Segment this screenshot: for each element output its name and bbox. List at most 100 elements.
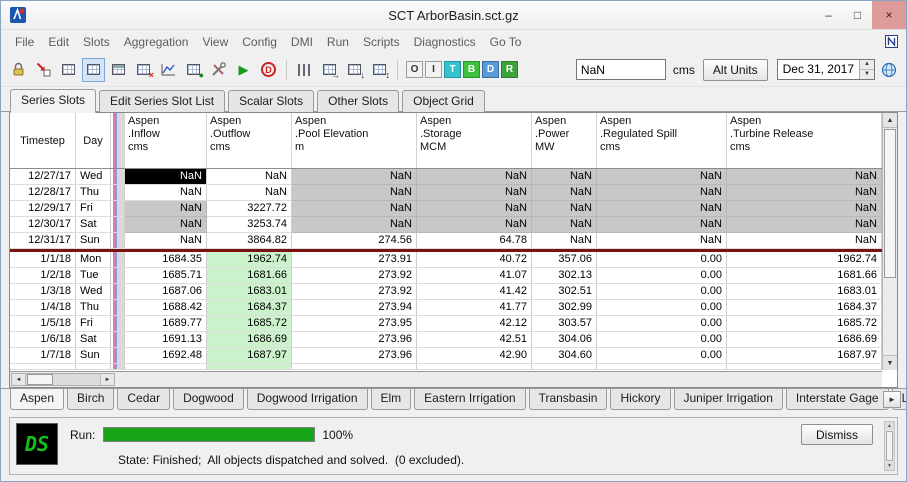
menu-item-config[interactable]: Config xyxy=(235,33,284,51)
value-cell[interactable]: 1962.74 xyxy=(727,252,882,268)
status-scroll-down-icon[interactable]: ▼ xyxy=(885,462,894,470)
start-run-icon[interactable]: ▶ xyxy=(232,58,255,82)
menu-item-aggregation[interactable]: Aggregation xyxy=(117,33,196,51)
object-tab-eastern-irrigation[interactable]: Eastern Irrigation xyxy=(414,388,525,410)
value-cell[interactable]: 3253.74 xyxy=(207,217,292,233)
flag-d-button[interactable]: D xyxy=(482,61,499,78)
value-cell[interactable]: 3864.82 xyxy=(207,233,292,249)
status-scroll-up-icon[interactable]: ▲ xyxy=(885,422,894,430)
object-tab-hickory[interactable]: Hickory xyxy=(610,388,670,410)
value-cell[interactable]: 1685.71 xyxy=(125,268,207,284)
close-button[interactable]: × xyxy=(872,1,906,29)
day-cell[interactable]: Wed xyxy=(76,284,111,300)
tab-other-slots[interactable]: Other Slots xyxy=(317,90,399,112)
value-cell[interactable]: 273.96 xyxy=(292,348,417,364)
value-cell[interactable]: NaN xyxy=(125,217,207,233)
value-cell[interactable]: 1685.72 xyxy=(207,316,292,332)
object-tab-birch[interactable]: Birch xyxy=(67,388,114,410)
value-cell[interactable]: 273.96 xyxy=(292,332,417,348)
value-cell[interactable]: 41.42 xyxy=(417,284,532,300)
aggregate-right-icon[interactable]: → xyxy=(318,58,341,82)
value-cell[interactable]: 42.12 xyxy=(417,316,532,332)
value-cell[interactable]: 0.00 xyxy=(597,268,727,284)
vertical-scrollbar[interactable]: ▲ ▼ xyxy=(882,113,897,370)
value-cell[interactable]: 1684.35 xyxy=(125,252,207,268)
value-cell[interactable]: NaN xyxy=(292,217,417,233)
day-cell[interactable]: Sun xyxy=(76,233,111,249)
value-cell[interactable]: 41.77 xyxy=(417,300,532,316)
minimize-button[interactable]: – xyxy=(814,1,843,29)
menu-item-slots[interactable]: Slots xyxy=(76,33,117,51)
value-cell[interactable]: 41.07 xyxy=(417,268,532,284)
scroll-down-icon[interactable]: ▼ xyxy=(883,355,897,370)
value-cell[interactable]: NaN xyxy=(207,169,292,185)
value-cell[interactable]: 1685.72 xyxy=(727,316,882,332)
value-cell[interactable]: 273.92 xyxy=(292,284,417,300)
series-display-icon[interactable] xyxy=(82,58,105,82)
value-cell[interactable]: 1687.97 xyxy=(727,348,882,364)
day-cell[interactable]: Sat xyxy=(76,217,111,233)
alt-units-button[interactable]: Alt Units xyxy=(703,59,768,81)
value-cell[interactable]: NaN xyxy=(597,169,727,185)
column-header-aspen-power[interactable]: Aspen.PowerMW xyxy=(532,113,597,168)
menu-item-edit[interactable]: Edit xyxy=(41,33,76,51)
column-header-aspen-storage[interactable]: Aspen.StorageMCM xyxy=(417,113,532,168)
value-cell[interactable]: NaN xyxy=(597,217,727,233)
value-cell[interactable]: NaN xyxy=(125,185,207,201)
day-cell[interactable]: Wed xyxy=(76,169,111,185)
object-tab-interstate-gage[interactable]: Interstate Gage xyxy=(786,388,889,410)
value-cell[interactable]: 64.78 xyxy=(417,233,532,249)
menu-item-run[interactable]: Run xyxy=(320,33,356,51)
value-cell[interactable]: 1689.77 xyxy=(125,316,207,332)
adjust-values-icon[interactable] xyxy=(57,58,80,82)
column-header-aspen-pool-elevation[interactable]: Aspen.Pool Elevationm xyxy=(292,113,417,168)
value-cell[interactable]: 1692.48 xyxy=(125,348,207,364)
day-cell[interactable]: Mon xyxy=(76,252,111,268)
value-cell[interactable]: 273.92 xyxy=(292,268,417,284)
value-cell[interactable]: NaN xyxy=(292,185,417,201)
value-cell[interactable]: 0.00 xyxy=(597,348,727,364)
value-cell[interactable]: NaN xyxy=(125,201,207,217)
cell-value-input[interactable] xyxy=(576,59,666,80)
value-cell[interactable]: 0.00 xyxy=(597,300,727,316)
value-cell[interactable]: 1686.69 xyxy=(727,332,882,348)
day-cell[interactable]: Fri xyxy=(76,316,111,332)
scroll-up-icon[interactable]: ▲ xyxy=(883,113,897,128)
status-scroll-thumb[interactable] xyxy=(886,431,893,461)
timestep-cell[interactable]: 1/7/18 xyxy=(10,348,76,364)
column-header-aspen-outflow[interactable]: Aspen.Outflowcms xyxy=(207,113,292,168)
menu-item-diagnostics[interactable]: Diagnostics xyxy=(407,33,483,51)
value-cell[interactable]: NaN xyxy=(417,217,532,233)
value-cell[interactable]: 1683.01 xyxy=(727,284,882,300)
object-tab-dogwood-irrigation[interactable]: Dogwood Irrigation xyxy=(247,388,368,410)
value-cell[interactable]: NaN xyxy=(727,185,882,201)
day-cell[interactable]: Sat xyxy=(76,332,111,348)
value-cell[interactable]: 1686.69 xyxy=(207,332,292,348)
value-cell[interactable]: 1681.66 xyxy=(207,268,292,284)
day-cell[interactable]: Fri xyxy=(76,201,111,217)
value-cell[interactable]: 0.00 xyxy=(597,332,727,348)
notebook-icon[interactable] xyxy=(884,34,899,49)
day-cell[interactable]: Thu xyxy=(76,185,111,201)
value-cell[interactable]: 274.56 xyxy=(292,233,417,249)
value-cell[interactable]: 304.60 xyxy=(532,348,597,364)
value-cell[interactable]: 1687.06 xyxy=(125,284,207,300)
timestep-cell[interactable]: 1/5/18 xyxy=(10,316,76,332)
status-scrollbar[interactable]: ▲ ▼ xyxy=(884,421,895,471)
value-cell[interactable]: 273.91 xyxy=(292,252,417,268)
value-cell[interactable]: NaN xyxy=(292,169,417,185)
object-tab-transbasin[interactable]: Transbasin xyxy=(529,388,608,410)
value-cell[interactable]: 40.72 xyxy=(417,252,532,268)
object-tab-juniper-irrigation[interactable]: Juniper Irrigation xyxy=(674,388,783,410)
value-cell[interactable]: 42.51 xyxy=(417,332,532,348)
value-cell[interactable]: NaN xyxy=(727,169,882,185)
value-cell[interactable]: 303.57 xyxy=(532,316,597,332)
timestep-cell[interactable]: 12/29/17 xyxy=(10,201,76,217)
spin-down-icon[interactable]: ▼ xyxy=(860,70,874,79)
aggregate-down-icon[interactable]: ↓ xyxy=(343,58,366,82)
value-cell[interactable]: NaN xyxy=(532,201,597,217)
horizontal-scroll-thumb[interactable] xyxy=(27,374,53,385)
value-cell[interactable]: 1681.66 xyxy=(727,268,882,284)
flag-t-button[interactable]: T xyxy=(444,61,461,78)
object-tab-dogwood[interactable]: Dogwood xyxy=(173,388,244,410)
